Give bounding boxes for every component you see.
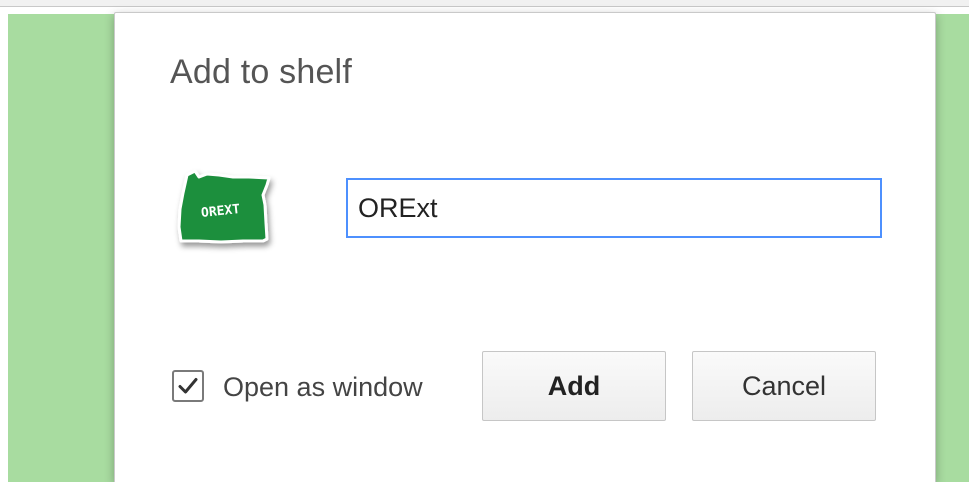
cancel-button[interactable]: Cancel — [692, 351, 876, 421]
add-to-shelf-dialog: Add to shelf OREXT Open as window Add Ca… — [114, 12, 936, 482]
open-as-window-label[interactable]: Open as window — [223, 370, 423, 404]
add-button[interactable]: Add — [482, 351, 666, 421]
open-as-window-checkbox[interactable] — [172, 370, 204, 402]
browser-top-strip — [0, 0, 969, 7]
app-name-input[interactable] — [346, 178, 882, 238]
screen: Add to shelf OREXT Open as window Add Ca… — [0, 0, 969, 482]
checkmark-icon — [178, 378, 198, 394]
orext-oregon-logo-icon: OREXT — [171, 165, 283, 261]
dialog-title: Add to shelf — [170, 53, 352, 91]
